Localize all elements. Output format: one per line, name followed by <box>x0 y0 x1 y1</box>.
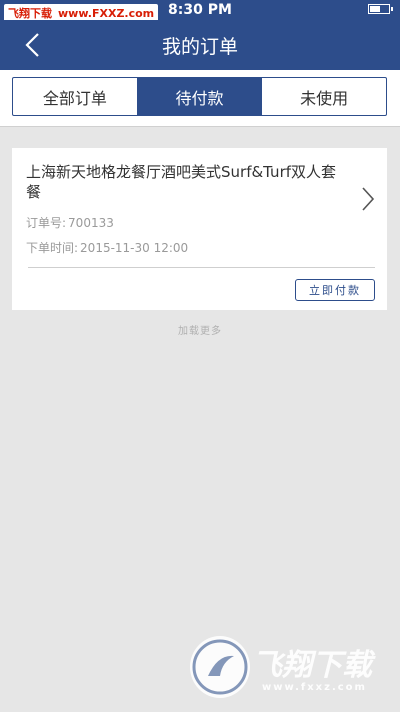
tab-unused[interactable]: 未使用 <box>261 78 386 115</box>
order-time-label: 下单时间: <box>26 241 79 255</box>
status-time: 8:30 PM <box>168 2 232 18</box>
order-number-label: 订单号: <box>26 216 67 230</box>
chevron-right-icon[interactable] <box>361 186 375 212</box>
watermark-url: www.fxxz.com <box>262 682 367 693</box>
pay-now-button[interactable]: 立即付款 <box>295 279 375 301</box>
tab-pending-payment[interactable]: 待付款 <box>136 78 262 115</box>
load-more-link[interactable]: 加载更多 <box>0 322 400 337</box>
tab-all-orders[interactable]: 全部订单 <box>13 78 137 115</box>
status-bar: 飞翔下载 www.FXXZ.com 8:30 PM <box>0 0 400 22</box>
nav-bar: 我的订单 <box>0 20 400 70</box>
watermark-logo-icon <box>192 639 248 695</box>
watermark-logo <box>190 636 250 698</box>
tab-bar: 全部订单 待付款 未使用 <box>0 70 400 127</box>
page-title: 我的订单 <box>161 36 238 58</box>
order-title: 上海新天地格龙餐厅酒吧美式Surf&Turf双人套餐 <box>26 163 337 201</box>
tab-group: 全部订单 待付款 未使用 <box>12 77 387 116</box>
order-card[interactable]: 上海新天地格龙餐厅酒吧美式Surf&Turf双人套餐 订单号: 700133 下单… <box>12 148 387 310</box>
divider <box>28 267 375 268</box>
order-time-value: 2015-11-30 12:00 <box>80 241 189 255</box>
battery-level <box>370 6 380 12</box>
watermark-text: 飞翔下载 <box>252 648 372 683</box>
order-number-value: 700133 <box>68 216 114 230</box>
order-time: 下单时间: 2015-11-30 12:00 <box>26 239 188 256</box>
order-number: 订单号: 700133 <box>26 214 114 231</box>
battery-icon <box>368 4 393 14</box>
